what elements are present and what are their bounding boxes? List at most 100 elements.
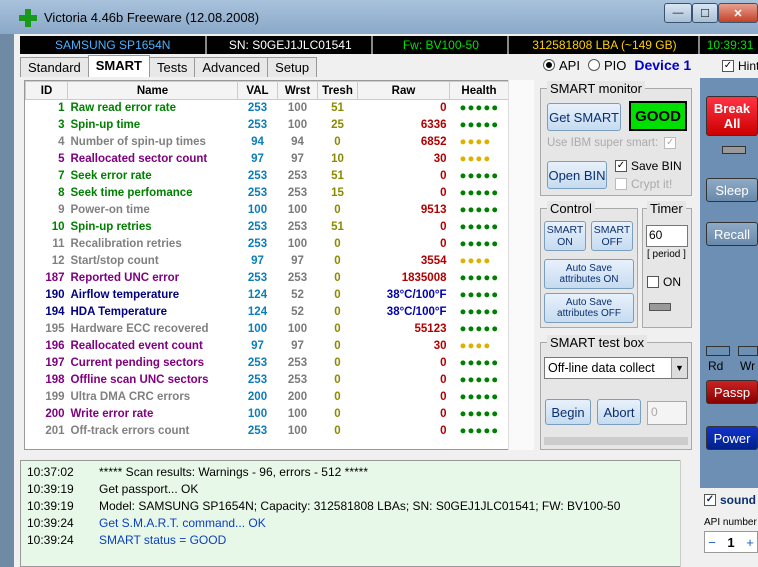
- drive-info-bar: SAMSUNG SP1654N SN: S0GEJ1JLC01541 Fw: B…: [20, 36, 758, 54]
- table-row[interactable]: 1 Raw read error rate 253 100 51 0 ●●●●●: [26, 100, 509, 117]
- table-row[interactable]: 201 Off-track errors count 253 100 0 0 ●●●●●: [26, 423, 509, 440]
- timer-on-checkbox[interactable]: [647, 276, 659, 288]
- attribute-worst: 253: [287, 374, 308, 386]
- save-bin-checkbox[interactable]: ✓: [615, 160, 627, 172]
- maximize-button[interactable]: ☐: [692, 3, 718, 23]
- attribute-raw: 0: [440, 425, 447, 437]
- power-button[interactable]: Power: [706, 426, 758, 450]
- attribute-name: Reallocated sector count: [70, 153, 208, 165]
- attribute-raw: 38°C/100°F: [386, 306, 447, 318]
- table-row[interactable]: 197 Current pending sectors 253 253 0 0 ●●●●●: [26, 355, 509, 372]
- timer-period-input[interactable]: 60: [646, 225, 688, 247]
- table-row[interactable]: 3 Spin-up time 253 100 25 6336 ●●●●●: [26, 117, 509, 134]
- get-smart-button[interactable]: Get SMART: [547, 103, 621, 131]
- table-row[interactable]: 198 Offline scan UNC sectors 253 253 0 0 ●●●●●: [26, 372, 509, 389]
- open-bin-button[interactable]: Open BIN: [547, 161, 607, 189]
- attribute-value: 94: [251, 136, 264, 148]
- timer-on-option[interactable]: ON: [647, 275, 681, 289]
- attribute-threshold: 0: [334, 289, 341, 301]
- ibm-smart-checkbox[interactable]: ✓: [664, 137, 677, 149]
- recall-button[interactable]: Recall: [706, 222, 758, 246]
- column-header[interactable]: ID: [25, 81, 68, 100]
- table-row[interactable]: 195 Hardware ECC recovered 100 100 0 55123 ●●●…: [26, 321, 509, 338]
- abort-test-button[interactable]: Abort: [597, 399, 641, 425]
- attribute-value: 253: [247, 119, 268, 131]
- table-scrollbar[interactable]: [508, 80, 534, 450]
- autosave-on-button[interactable]: Auto Save attributes ON: [544, 259, 634, 289]
- table-row[interactable]: 4 Number of spin-up times 94 94 0 6852 ●●●●: [26, 134, 509, 151]
- api-radio[interactable]: [543, 59, 555, 71]
- table-row[interactable]: 199 Ultra DMA CRC errors 200 200 0 0 ●●●●●: [26, 389, 509, 406]
- attribute-worst: 100: [287, 408, 308, 420]
- tab-tests[interactable]: Tests: [148, 57, 196, 77]
- crypt-option[interactable]: Crypt it!: [615, 177, 672, 191]
- attribute-id: 11: [52, 238, 65, 250]
- log-scrollbar[interactable]: [680, 460, 696, 567]
- attribute-worst: 253: [287, 272, 308, 284]
- attribute-value: 124: [247, 289, 268, 301]
- column-header[interactable]: VAL: [237, 81, 278, 100]
- tab-advanced[interactable]: Advanced: [194, 57, 269, 77]
- pio-radio[interactable]: [587, 59, 600, 71]
- sound-option[interactable]: ✓ sound: [704, 493, 756, 507]
- table-row[interactable]: 11 Recalibration retries 253 100 0 0 ●●●●●: [26, 236, 509, 253]
- table-row[interactable]: 194 HDA Temperature 124 52 0 38°C/100°F ●●●●●: [26, 304, 509, 321]
- sound-checkbox[interactable]: ✓: [704, 494, 716, 506]
- minimize-button[interactable]: —: [664, 3, 692, 23]
- attribute-name: Raw read error rate: [70, 102, 176, 115]
- smart-off-button[interactable]: SMART OFF: [591, 221, 633, 251]
- drive-serial: SN: S0GEJ1JLC01541: [209, 36, 374, 54]
- ibm-smart-label: Use IBM super smart:: [547, 137, 659, 149]
- chevron-down-icon[interactable]: ▼: [671, 358, 687, 378]
- crypt-checkbox[interactable]: [615, 178, 627, 190]
- column-header[interactable]: Tresh: [317, 81, 358, 100]
- column-header[interactable]: Raw: [357, 81, 450, 100]
- attribute-worst: 100: [287, 425, 308, 437]
- attribute-id: 195: [45, 323, 65, 335]
- table-row[interactable]: 9 Power-on time 100 100 0 9513 ●●●●●: [26, 202, 509, 219]
- save-bin-option[interactable]: ✓ Save BIN: [615, 159, 682, 173]
- table-row[interactable]: 190 Airflow temperature 124 52 0 38°C/100°F ●●…: [26, 287, 509, 304]
- test-type-select[interactable]: Off-line data collect ▼: [544, 357, 688, 379]
- tab-setup[interactable]: Setup: [267, 57, 318, 77]
- device-link[interactable]: Device 1: [634, 57, 691, 73]
- column-header[interactable]: Wrst: [277, 81, 318, 100]
- break-all-button[interactable]: Break All: [706, 96, 758, 136]
- autosave-off-button[interactable]: Auto Save attributes OFF: [544, 293, 634, 323]
- attribute-threshold: 0: [334, 340, 341, 352]
- attribute-name: Airflow temperature: [70, 289, 180, 301]
- api-number-stepper[interactable]: − 1 +: [704, 531, 758, 553]
- sleep-button[interactable]: Sleep: [706, 178, 758, 202]
- attribute-health: ●●●●: [459, 255, 492, 267]
- column-header[interactable]: Health: [449, 81, 509, 100]
- tab-smart[interactable]: SMART: [87, 55, 150, 77]
- table-row[interactable]: 5 Reallocated sector count 97 97 10 30 ●●●●: [26, 151, 509, 168]
- close-button[interactable]: ✕: [718, 3, 758, 23]
- attribute-value: 253: [247, 357, 268, 369]
- increment-button[interactable]: +: [743, 535, 757, 550]
- hint-toggle[interactable]: ✓ Hint: [722, 59, 758, 73]
- attribute-name: Seek error rate: [70, 170, 152, 182]
- tab-standard[interactable]: Standard: [20, 57, 89, 77]
- table-row[interactable]: 196 Reallocated event count 97 97 0 30 ●●●●: [26, 338, 509, 355]
- passport-button[interactable]: Passp: [706, 380, 758, 404]
- attribute-value: 253: [247, 170, 268, 182]
- drive-capacity: 312581808 LBA (~149 GB): [511, 36, 701, 54]
- table-row[interactable]: 187 Reported UNC error 253 253 0 1835008 ●●●●●: [26, 270, 509, 287]
- drive-firmware: Fw: BV100-50: [375, 36, 509, 54]
- log-message: Get S.M.A.R.T. command... OK: [99, 516, 266, 530]
- begin-test-button[interactable]: Begin: [545, 399, 591, 425]
- smart-on-button[interactable]: SMART ON: [544, 221, 586, 251]
- attribute-name: Hardware ECC recovered: [70, 323, 209, 335]
- attribute-raw: 0: [440, 187, 447, 199]
- table-row[interactable]: 12 Start/stop count 97 97 0 3554 ●●●●: [26, 253, 509, 270]
- table-row[interactable]: 8 Seek time perfomance 253 253 15 0 ●●●●●: [26, 185, 509, 202]
- hint-checkbox[interactable]: ✓: [722, 60, 734, 72]
- column-header[interactable]: Name: [67, 81, 238, 100]
- table-row[interactable]: 7 Seek error rate 253 253 51 0 ●●●●●: [26, 168, 509, 185]
- attribute-worst: 100: [287, 102, 308, 115]
- table-row[interactable]: 10 Spin-up retries 253 253 51 0 ●●●●●: [26, 219, 509, 236]
- decrement-button[interactable]: −: [705, 535, 719, 550]
- table-row[interactable]: 200 Write error rate 100 100 0 0 ●●●●●: [26, 406, 509, 423]
- attribute-health: ●●●●●: [459, 357, 500, 369]
